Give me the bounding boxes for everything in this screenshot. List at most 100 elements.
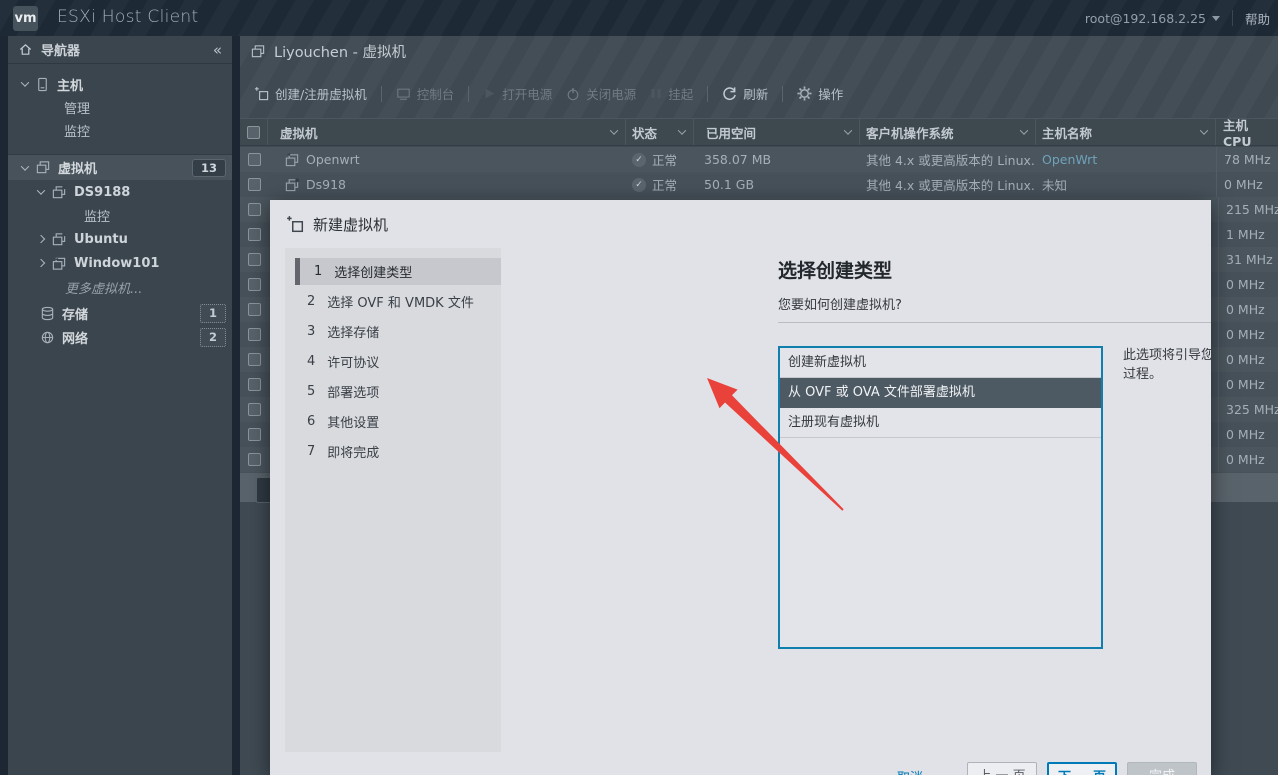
network-count-badge: 2 — [200, 328, 226, 347]
chevron-down-icon[interactable] — [21, 78, 29, 86]
chevron-down-icon[interactable] — [678, 126, 686, 134]
button-label: 刷新 — [743, 84, 768, 103]
refresh-button[interactable]: 刷新 — [722, 84, 768, 103]
column-header-hostname[interactable]: 主机名称 — [1036, 119, 1216, 145]
sidebar-item-monitor[interactable]: 监控 — [8, 119, 232, 142]
row-checkbox[interactable] — [240, 353, 268, 366]
step-label: 部署选项 — [327, 382, 379, 401]
sidebar-item-label: DS9188 — [74, 185, 130, 200]
help-link[interactable]: 帮助 — [1245, 9, 1270, 28]
row-checkbox[interactable] — [240, 253, 268, 266]
vm-icon — [250, 44, 266, 59]
row-checkbox[interactable] — [240, 178, 268, 191]
cpu-value: 0 MHz — [1226, 327, 1265, 342]
network-icon — [40, 330, 55, 345]
row-checkbox[interactable] — [240, 328, 268, 341]
power-off-button[interactable]: 关闭电源 — [566, 84, 636, 103]
sidebar-item-window101[interactable]: Window101 — [24, 251, 232, 275]
row-checkbox[interactable] — [240, 228, 268, 241]
wizard-step-3[interactable]: 3 选择存储 — [295, 318, 501, 345]
sidebar-item-label: 更多虚拟机... — [65, 278, 142, 297]
column-label: 主机 CPU — [1223, 115, 1278, 149]
power-on-button[interactable]: 打开电源 — [483, 84, 552, 103]
chevron-down-icon[interactable] — [37, 186, 45, 194]
wizard-step-5[interactable]: 5 部署选项 — [295, 378, 501, 405]
chevron-right-icon[interactable] — [37, 259, 45, 267]
chevron-down-icon[interactable] — [610, 126, 618, 134]
chevron-down-icon[interactable] — [1020, 126, 1028, 134]
wizard-step-2[interactable]: 2 选择 OVF 和 VMDK 文件 — [295, 288, 501, 315]
chevron-down-icon[interactable] — [1200, 126, 1208, 134]
option-description: 此选项将引导您完成从 OVF 和 VMDK 文件创建虚拟机的过程。 — [1123, 346, 1211, 649]
storage-count-badge: 1 — [200, 304, 226, 323]
option-deploy-from-ovf[interactable]: 从 OVF 或 OVA 文件部署虚拟机 — [780, 378, 1101, 408]
button-label: 创建/注册虚拟机 — [275, 84, 367, 103]
sidebar-item-ds9188-monitor[interactable]: 监控 — [8, 204, 232, 227]
create-register-vm-button[interactable]: 创建/注册虚拟机 — [254, 84, 367, 103]
sidebar-item-more-vms[interactable]: 更多虚拟机... — [8, 275, 232, 299]
vm-icon — [35, 160, 51, 175]
vm-flag-icon — [51, 256, 67, 271]
top-bar: vm ESXi Host Client root@192.168.2.25 帮助 — [0, 0, 1278, 36]
next-button[interactable]: 下 一 页 — [1047, 762, 1117, 775]
row-checkbox[interactable] — [240, 453, 268, 466]
hostname-value[interactable]: OpenWrt — [1042, 152, 1097, 167]
wizard-step-7[interactable]: 7 即将完成 — [295, 438, 501, 465]
option-create-new-vm[interactable]: 创建新虚拟机 — [780, 348, 1101, 378]
actions-button[interactable]: 操作 — [797, 84, 843, 103]
chevron-right-icon[interactable] — [37, 235, 45, 243]
status-label: 正常 — [652, 175, 677, 194]
column-header-vm[interactable]: 虚拟机 — [268, 119, 626, 145]
sidebar-item-label: 存储 — [62, 304, 88, 323]
page-title: Liyouchen - 虚拟机 — [250, 41, 406, 62]
user-menu[interactable]: root@192.168.2.25 — [1085, 11, 1220, 26]
app-title: ESXi Host Client — [57, 7, 198, 27]
chevron-down-icon[interactable] — [844, 126, 852, 134]
row-checkbox[interactable] — [240, 153, 268, 166]
suspend-button[interactable]: 挂起 — [650, 84, 693, 103]
collapse-sidebar-button[interactable]: « — [213, 41, 222, 59]
button-label: 打开电源 — [502, 84, 552, 103]
sidebar-item-ubuntu[interactable]: Ubuntu — [24, 227, 232, 251]
back-button[interactable]: 上 一 页 — [967, 762, 1037, 775]
sidebar-item-network[interactable]: 网络 2 — [8, 325, 232, 349]
row-checkbox[interactable] — [240, 278, 268, 291]
column-header-status[interactable]: 状态 — [626, 119, 694, 145]
column-label: 客户机操作系统 — [866, 123, 954, 142]
sidebar-item-label: 网络 — [62, 328, 88, 347]
wizard-step-4[interactable]: 4 许可协议 — [295, 348, 501, 375]
sidebar-item-label: 虚拟机 — [58, 158, 97, 177]
sidebar-item-host[interactable]: 主机 — [8, 72, 232, 96]
cancel-button[interactable]: 取消 — [897, 767, 923, 775]
home-icon — [18, 42, 33, 57]
option-register-existing-vm[interactable]: 注册现有虚拟机 — [780, 408, 1101, 438]
table-row[interactable]: Ds918 ✓ 正常 50.1 GB 其他 4.x 或更高版本的 Linux..… — [240, 172, 1278, 197]
wizard-step-6[interactable]: 6 其他设置 — [295, 408, 501, 435]
column-header-space[interactable]: 已用空间 — [694, 119, 860, 145]
divider — [381, 86, 382, 102]
cpu-value: 78 MHz — [1224, 152, 1271, 167]
finish-button[interactable]: 完成 — [1127, 762, 1197, 775]
cpu-value: 0 MHz — [1226, 452, 1265, 467]
table-row[interactable]: Openwrt ✓ 正常 358.07 MB 其他 4.x 或更高版本的 Lin… — [240, 147, 1278, 172]
button-label: 挂起 — [668, 84, 693, 103]
step-label: 选择创建类型 — [334, 262, 412, 281]
sidebar-item-label: 主机 — [57, 75, 83, 94]
sidebar-item-vms[interactable]: 虚拟机 13 — [8, 154, 232, 180]
column-header-cpu[interactable]: 主机 CPU — [1216, 119, 1278, 145]
row-checkbox[interactable] — [240, 203, 268, 216]
row-checkbox[interactable] — [240, 378, 268, 391]
sidebar-item-manage[interactable]: 管理 — [8, 96, 232, 119]
row-checkbox[interactable] — [240, 303, 268, 316]
sidebar-item-ds9188[interactable]: DS9188 — [24, 180, 232, 204]
select-all-checkbox[interactable] — [240, 119, 268, 145]
chevron-down-icon[interactable] — [21, 162, 29, 170]
cpu-value: 0 MHz — [1226, 352, 1265, 367]
row-checkbox[interactable] — [240, 428, 268, 441]
console-button[interactable]: 控制台 — [396, 84, 455, 103]
column-header-os[interactable]: 客户机操作系统 — [860, 119, 1036, 145]
row-checkbox[interactable] — [240, 403, 268, 416]
sidebar-item-storage[interactable]: 存储 1 — [8, 301, 232, 325]
wizard-step-1[interactable]: 1 选择创建类型 — [295, 258, 501, 285]
vm-running-icon — [51, 232, 67, 247]
